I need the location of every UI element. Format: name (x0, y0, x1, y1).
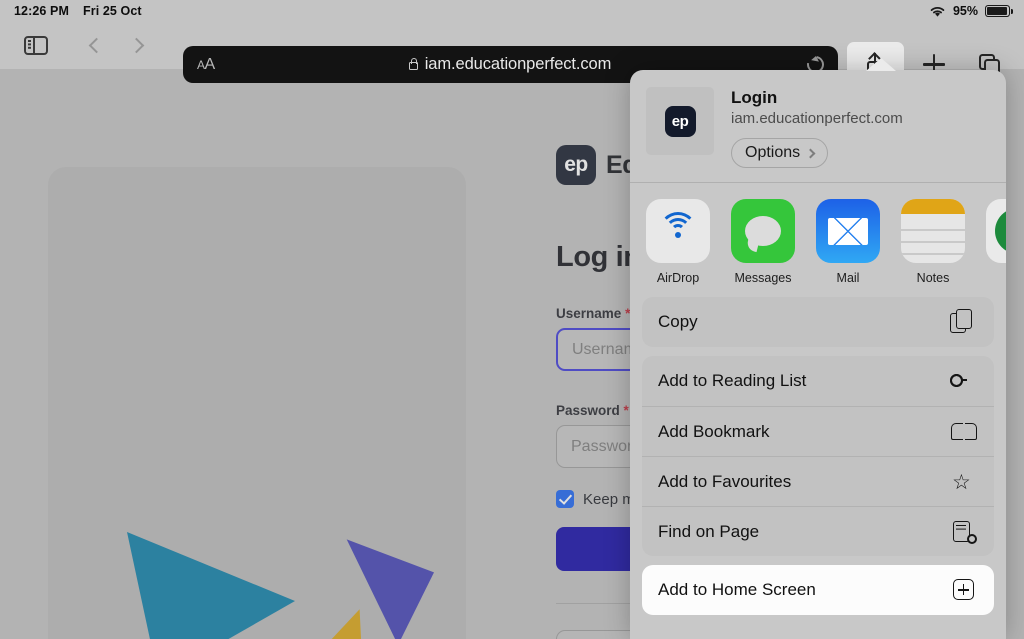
share-page-url: iam.educationperfect.com (731, 110, 903, 128)
share-action-label: Add to Reading List (658, 371, 807, 391)
plus-box-icon (950, 577, 978, 603)
messages-icon (731, 199, 795, 264)
options-button[interactable]: Options (731, 138, 829, 169)
share-action-add-bookmark[interactable]: Add Bookmark (642, 406, 994, 456)
share-app-messages[interactable]: Messages (731, 199, 795, 285)
share-action-label: Add Bookmark (658, 421, 770, 441)
page-thumbnail: ep (646, 87, 714, 155)
notes-icon (901, 199, 965, 264)
share-app-classroom[interactable]: C (986, 199, 1006, 285)
share-action-label: Copy (658, 312, 698, 332)
find-on-page-icon (950, 519, 978, 545)
status-bar: 12:26 PM Fri 25 Oct 95% (0, 0, 1024, 22)
battery-percent: 95% (952, 4, 978, 18)
back-button[interactable] (72, 26, 116, 66)
chevron-left-icon (88, 37, 104, 54)
popover-arrow (866, 58, 896, 71)
status-bar-left: 12:26 PM Fri 25 Oct (14, 4, 142, 18)
share-action-group-3: Add to Home Screen (642, 565, 994, 616)
share-app-label: Mail (836, 271, 860, 286)
status-bar-right: 95% (929, 4, 1013, 18)
share-action-label: Add to Favourites (658, 471, 792, 491)
copy-icon (950, 309, 978, 335)
wifi-icon (930, 6, 945, 17)
share-sheet: ep Login iam.educationperfect.com Option… (630, 70, 1006, 639)
mail-icon (816, 199, 880, 264)
share-app-airdrop[interactable]: AirDrop (646, 199, 710, 285)
classroom-icon (986, 199, 1006, 264)
ep-logo-icon: ep (664, 105, 696, 137)
share-action-find-on-page[interactable]: Find on Page (642, 506, 994, 556)
lock-icon (408, 57, 418, 70)
share-action-label: Find on Page (658, 521, 760, 541)
share-action-add-to-favourites[interactable]: Add to Favourites ☆ (642, 456, 994, 506)
sidebar-icon (24, 36, 48, 55)
share-action-label: Add to Home Screen (658, 580, 816, 600)
chevron-right-icon (128, 37, 144, 54)
share-action-group-2: Add to Reading List Add Bookmark Add to … (642, 356, 994, 557)
address-bar-url: iam.educationperfect.com (424, 55, 612, 73)
battery-icon (985, 5, 1013, 17)
share-app-label: Notes (916, 271, 950, 286)
share-action-add-to-home-screen[interactable]: Add to Home Screen (642, 565, 994, 616)
star-icon: ☆ (952, 470, 971, 494)
airdrop-icon (646, 199, 710, 264)
book-icon (950, 419, 978, 445)
share-action-add-to-reading-list[interactable]: Add to Reading List (642, 356, 994, 406)
options-label: Options (745, 144, 801, 162)
status-date: Fri 25 Oct (83, 4, 142, 18)
share-app-row: AirDrop Messages Mail Notes C (630, 183, 1006, 297)
share-app-label: AirDrop (656, 271, 700, 286)
share-action-list: Copy Add to Reading List Add Bookmark Ad… (630, 297, 1006, 616)
share-action-copy[interactable]: Copy (642, 297, 994, 347)
share-app-notes[interactable]: Notes (901, 199, 965, 285)
share-action-group-1: Copy (642, 297, 994, 348)
share-app-mail[interactable]: Mail (816, 199, 880, 285)
chevron-right-icon (805, 148, 816, 159)
glasses-icon (950, 368, 978, 394)
share-sheet-header-text: Login iam.educationperfect.com Options (731, 87, 903, 169)
share-sheet-header: ep Login iam.educationperfect.com Option… (630, 70, 1006, 182)
share-app-label: Messages (734, 271, 792, 286)
sidebar-toggle-button[interactable] (14, 26, 58, 66)
share-page-title: Login (731, 88, 778, 107)
forward-button[interactable] (116, 26, 160, 66)
status-time: 12:26 PM (14, 4, 69, 18)
